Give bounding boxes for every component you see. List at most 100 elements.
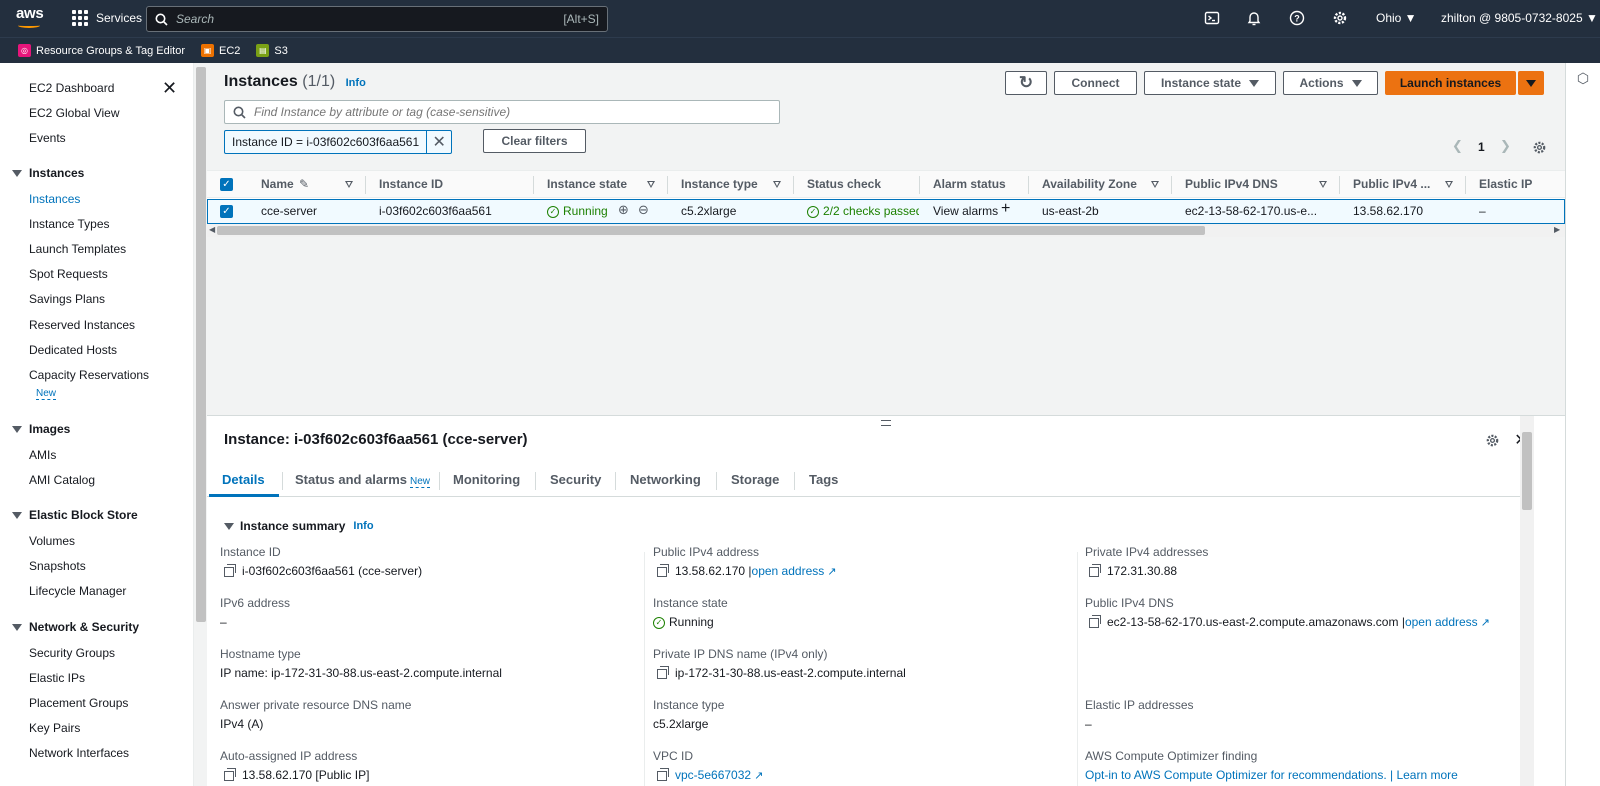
add-alarm-icon[interactable]: + <box>1001 200 1010 218</box>
table-row[interactable]: ✓ cce-server i-03f602c603f6aa561 ✓ Runnin… <box>207 199 1565 224</box>
sidebar-item-spot-requests[interactable]: Spot Requests <box>29 267 108 281</box>
sidebar-scrollbar[interactable] <box>193 63 207 786</box>
scroll-left-icon[interactable]: ◀ <box>209 225 215 234</box>
info-link[interactable]: Info <box>346 77 366 89</box>
sort-icon[interactable] <box>773 181 781 188</box>
table-horizontal-scrollbar[interactable]: ◀ ▶ <box>207 224 1565 237</box>
copy-icon[interactable] <box>657 665 669 679</box>
zoom-out-icon[interactable]: ⊖ <box>638 202 649 218</box>
filter-input[interactable] <box>246 105 779 119</box>
sidebar-item-capacity-reservations[interactable]: Capacity Reservations <box>29 368 149 382</box>
sidebar-item-dedicated-hosts[interactable]: Dedicated Hosts <box>29 343 117 357</box>
table-settings-icon[interactable] <box>1530 138 1548 156</box>
resize-handle[interactable] <box>881 420 891 426</box>
view-alarms-link[interactable]: View alarms <box>933 204 998 218</box>
instance-state-dropdown[interactable]: Instance state <box>1144 71 1276 95</box>
cloudshell-icon[interactable] <box>1203 9 1221 27</box>
next-page-icon[interactable]: ❯ <box>1500 138 1511 154</box>
remove-filter-icon[interactable]: ✕ <box>427 131 451 153</box>
sidebar-item-volumes[interactable]: Volumes <box>29 534 75 548</box>
help-icon[interactable]: ? <box>1288 9 1306 27</box>
sidebar-item-ec2-dashboard[interactable]: EC2 Dashboard <box>29 81 114 95</box>
instance-summary-header[interactable]: Instance summary Info <box>224 519 374 533</box>
col-instance-id[interactable]: Instance ID <box>379 177 443 191</box>
sidebar-item-lifecycle-manager[interactable]: Lifecycle Manager <box>29 584 126 598</box>
panel-settings-icon[interactable] <box>1483 431 1501 449</box>
sidebar-item-ami-catalog[interactable]: AMI Catalog <box>29 473 95 487</box>
col-name[interactable]: Name <box>261 177 294 191</box>
tab-storage[interactable]: Storage <box>731 472 779 487</box>
sidebar-item-elastic-ips[interactable]: Elastic IPs <box>29 671 85 685</box>
col-instance-type[interactable]: Instance type <box>681 177 758 191</box>
account-menu[interactable]: zhilton @ 9805-0732-8025 ▼ <box>1441 11 1598 25</box>
sidebar-item-events[interactable]: Events <box>29 131 66 145</box>
sidebar-item-instances[interactable]: Instances <box>29 192 80 206</box>
help-panel-icon[interactable]: ⬡ <box>1574 69 1592 87</box>
sort-icon[interactable] <box>1151 181 1159 188</box>
col-elastic-ip[interactable]: Elastic IP <box>1479 177 1532 191</box>
clear-filters-button[interactable]: Clear filters <box>483 129 586 153</box>
sidebar-section-instances[interactable]: Instances <box>12 166 84 180</box>
sort-icon[interactable] <box>345 181 353 188</box>
sidebar-item-amis[interactable]: AMIs <box>29 448 56 462</box>
sidebar-section-images[interactable]: Images <box>12 422 70 436</box>
sidebar-item-instance-types[interactable]: Instance Types <box>29 217 110 231</box>
external-link-icon[interactable]: ↗ <box>754 770 763 782</box>
scroll-right-icon[interactable]: ▶ <box>1554 225 1560 234</box>
summary-info-link[interactable]: Info <box>353 520 373 532</box>
favorite-resource-groups[interactable]: ◎ Resource Groups & Tag Editor <box>18 44 185 57</box>
tab-security[interactable]: Security <box>550 472 601 487</box>
zoom-in-icon[interactable]: ⊕ <box>618 202 629 218</box>
col-public-ipv4[interactable]: Public IPv4 ... <box>1353 177 1430 191</box>
cell-instance-id-link[interactable]: i-03f602c603f6aa561 <box>379 204 492 218</box>
sidebar-section-elastic-block-store[interactable]: Elastic Block Store <box>12 508 138 522</box>
favorite-ec2[interactable]: ▣ EC2 <box>200 44 240 57</box>
search-input[interactable] <box>168 12 564 26</box>
copy-icon[interactable] <box>1089 563 1101 577</box>
sidebar-item-placement-groups[interactable]: Placement Groups <box>29 696 128 710</box>
sort-icon[interactable] <box>647 181 655 188</box>
sidebar-item-security-groups[interactable]: Security Groups <box>29 646 115 660</box>
copy-icon[interactable] <box>657 767 669 781</box>
open-address-link[interactable]: open address <box>752 564 825 578</box>
launch-instances-dropdown[interactable] <box>1518 71 1544 95</box>
details-scrollbar[interactable] <box>1520 416 1534 786</box>
select-all-checkbox[interactable]: ✓ <box>220 178 233 191</box>
services-menu-button[interactable]: Services <box>72 10 142 26</box>
sidebar-item-reserved-instances[interactable]: Reserved Instances <box>29 318 135 332</box>
favorite-s3[interactable]: ▤ S3 <box>256 44 288 57</box>
tab-networking[interactable]: Networking <box>630 472 701 487</box>
region-selector[interactable]: Ohio ▼ <box>1376 11 1417 25</box>
actions-dropdown[interactable]: Actions <box>1283 71 1378 95</box>
sidebar-item-launch-templates[interactable]: Launch Templates <box>29 242 126 256</box>
copy-icon[interactable] <box>657 563 669 577</box>
copy-icon[interactable] <box>224 563 236 577</box>
copy-icon[interactable] <box>1089 614 1101 628</box>
settings-icon[interactable] <box>1331 9 1349 27</box>
col-instance-state[interactable]: Instance state <box>547 177 627 191</box>
sidebar-item-snapshots[interactable]: Snapshots <box>29 559 86 573</box>
tab-tags[interactable]: Tags <box>809 472 838 487</box>
compute-optimizer-value[interactable]: Opt-in to AWS Compute Optimizer for reco… <box>1085 768 1458 782</box>
edit-icon[interactable]: ✎ <box>299 177 309 191</box>
sort-icon[interactable] <box>1319 181 1327 188</box>
bell-icon[interactable] <box>1245 9 1263 27</box>
external-link-icon[interactable]: ↗ <box>827 566 836 578</box>
col-public-ipv4-dns[interactable]: Public IPv4 DNS <box>1185 177 1278 191</box>
row-checkbox[interactable]: ✓ <box>220 205 233 218</box>
aws-logo[interactable]: aws <box>16 6 46 30</box>
global-search[interactable]: [Alt+S] <box>146 6 608 32</box>
close-sidebar-icon[interactable]: ✕ <box>162 79 177 97</box>
open-address-link[interactable]: open address <box>1405 615 1478 629</box>
sidebar-item-ec2-global-view[interactable]: EC2 Global View <box>29 106 120 120</box>
external-link-icon[interactable]: ↗ <box>1481 617 1490 629</box>
col-availability-zone[interactable]: Availability Zone <box>1042 177 1137 191</box>
refresh-button[interactable]: ↻ <box>1005 71 1047 95</box>
tab-status-and-alarms[interactable]: Status and alarms New <box>295 472 431 488</box>
sidebar-item-key-pairs[interactable]: Key Pairs <box>29 721 80 735</box>
tab-monitoring[interactable]: Monitoring <box>453 472 520 487</box>
launch-instances-button[interactable]: Launch instances <box>1385 71 1516 95</box>
connect-button[interactable]: Connect <box>1054 71 1137 95</box>
copy-icon[interactable] <box>224 767 236 781</box>
instance-filter[interactable] <box>224 100 780 124</box>
